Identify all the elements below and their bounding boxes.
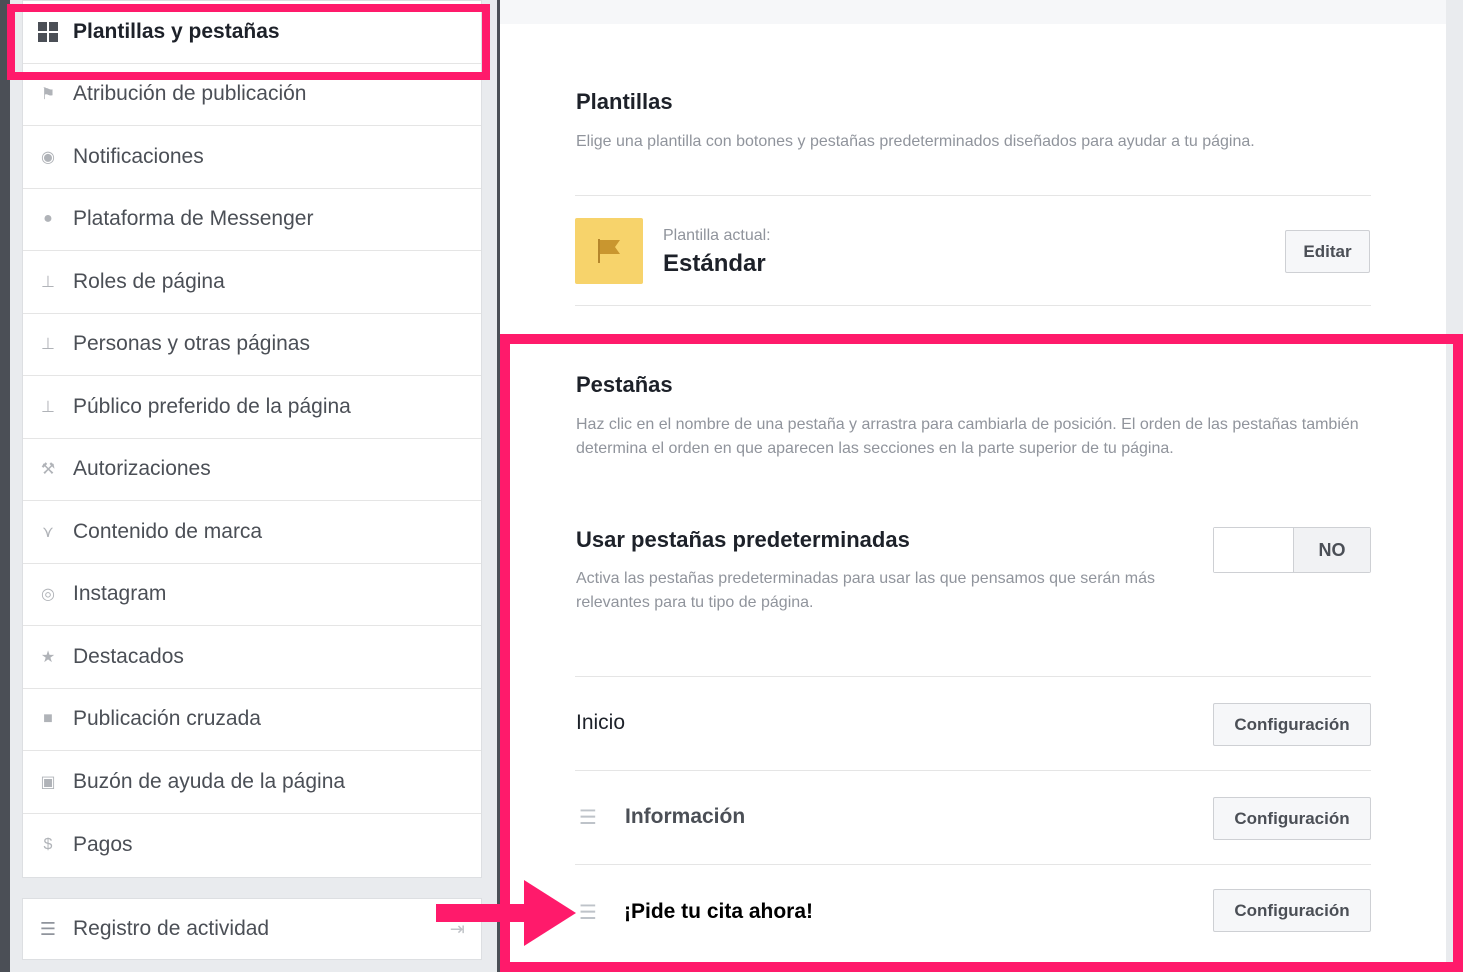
people-icon: ⊥ — [41, 336, 55, 354]
default-tabs-description: Activa las pestañas predeterminadas para… — [576, 570, 1155, 611]
sidebar-item-label: Personas y otras páginas — [73, 332, 310, 356]
templates-description: Elige una plantilla con botones y pestañ… — [576, 133, 1255, 150]
tab-row-label-home: Inicio — [576, 711, 626, 734]
tabs-description: Haz clic en el nombre de una pestaña y a… — [576, 416, 1359, 457]
right-gutter — [1446, 0, 1463, 972]
sidebar-item-label: Autorizaciones — [73, 457, 211, 481]
wrench-icon: ⚒ — [40, 461, 56, 479]
divider — [575, 305, 1371, 306]
sidebar-item-label: Buzón de ayuda de la página — [73, 769, 346, 793]
sidebar-item-preferred-audience[interactable]: ⊥ Público preferido de la página — [23, 376, 481, 439]
default-tabs-toggle[interactable]: NO — [1213, 527, 1371, 573]
tabs-title: Pestañas — [576, 372, 673, 397]
divider — [575, 770, 1371, 771]
toggle-state: NO — [1294, 528, 1370, 572]
top-strip — [500, 0, 1446, 24]
sidebar-item-label: Plantillas y pestañas — [73, 19, 280, 43]
sidebar-item-featured[interactable]: ★ Destacados — [23, 626, 481, 689]
sidebar-item-label: Registro de actividad — [73, 917, 270, 940]
handshake-icon: ⋎ — [42, 523, 54, 541]
sidebar-item-payments[interactable]: $ Pagos — [23, 814, 481, 877]
tab-row-label-info[interactable]: Información — [625, 805, 745, 829]
current-template-value: Estándar — [663, 250, 766, 277]
sidebar-item-label: Plataforma de Messenger — [73, 207, 314, 231]
sidebar-item-label: Atribución de publicación — [73, 82, 307, 106]
grid-icon — [37, 21, 59, 43]
settings-button-home[interactable]: Configuración — [1213, 703, 1371, 746]
inbox-icon: ▣ — [40, 773, 56, 791]
sidebar-item-instagram[interactable]: ◎ Instagram — [23, 564, 481, 626]
drag-handle-icon[interactable]: ☰ — [579, 805, 597, 830]
sidebar-item-label: Notificaciones — [73, 144, 204, 168]
flag-icon: ⚑ — [40, 86, 56, 104]
sidebar-item-authorizations[interactable]: ⚒ Autorizaciones — [23, 439, 481, 501]
audience-icon: ⊥ — [41, 398, 55, 416]
sidebar-item-label: Publicación cruzada — [73, 707, 261, 731]
drag-handle-icon[interactable]: ☰ — [579, 900, 597, 925]
person-icon: ⊥ — [41, 273, 55, 291]
tab-row-label-booking[interactable]: ¡Pide tu cita ahora! — [624, 900, 813, 924]
divider — [575, 195, 1371, 196]
default-tabs-title: Usar pestañas predeterminadas — [576, 527, 910, 552]
sidebar-item-label: Pagos — [73, 832, 133, 856]
templates-title: Plantillas — [576, 89, 673, 114]
sidebar-item-page-roles[interactable]: ⊥ Roles de página — [23, 251, 481, 314]
sidebar-item-activity-log[interactable]: ☰ Registro de actividad ⇥ — [22, 898, 482, 960]
sidebar-item-label: Destacados — [73, 644, 184, 668]
toggle-knob — [1214, 528, 1294, 572]
settings-button-info[interactable]: Configuración — [1213, 797, 1371, 840]
messenger-icon: ● — [43, 210, 53, 228]
sidebar-item-support-inbox[interactable]: ▣ Buzón de ayuda de la página — [23, 751, 481, 814]
sidebar-item-templates-tabs[interactable]: Plantillas y pestañas — [23, 1, 481, 64]
sidebar-item-people-pages[interactable]: ⊥ Personas y otras páginas — [23, 314, 481, 376]
sidebar-item-notifications[interactable]: ◉ Notificaciones — [23, 126, 481, 189]
settings-sidebar: Plantillas y pestañas ⚑ Atribución de pu… — [22, 0, 482, 878]
sidebar-item-label: Roles de página — [73, 269, 225, 293]
dollar-icon: $ — [43, 835, 53, 853]
sidebar-item-branded-content[interactable]: ⋎ Contenido de marca — [23, 501, 481, 564]
globe-icon: ◉ — [41, 148, 55, 166]
flag-icon — [598, 239, 620, 263]
sidebar-item-label: Público preferido de la página — [73, 394, 351, 418]
sidebar-item-label: Instagram — [73, 582, 167, 606]
list-icon: ☰ — [39, 918, 57, 939]
sidebar-item-messenger-platform[interactable]: ● Plataforma de Messenger — [23, 189, 481, 251]
edit-template-button[interactable]: Editar — [1285, 230, 1370, 273]
sidebar-item-post-attribution[interactable]: ⚑ Atribución de publicación — [23, 64, 481, 126]
star-icon: ★ — [40, 648, 56, 666]
template-thumbnail — [575, 218, 643, 284]
pointer-arrow-icon — [436, 880, 576, 946]
sidebar-item-crossposting[interactable]: ■ Publicación cruzada — [23, 689, 481, 751]
instagram-icon: ◎ — [41, 586, 55, 604]
divider — [575, 864, 1371, 865]
sidebar-item-label: Contenido de marca — [73, 519, 263, 543]
settings-button-booking[interactable]: Configuración — [1213, 889, 1371, 932]
divider — [575, 676, 1371, 677]
video-icon: ■ — [43, 710, 53, 728]
current-template-label: Plantilla actual: — [663, 227, 771, 244]
